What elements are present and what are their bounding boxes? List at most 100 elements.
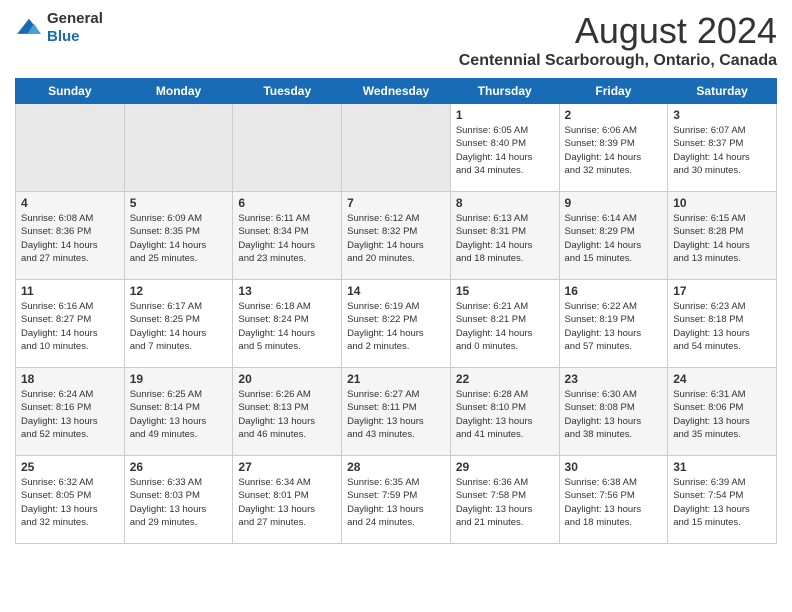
day-number: 24 xyxy=(673,372,771,386)
calendar-cell: 9 Sunrise: 6:14 AM Sunset: 8:29 PM Daylig… xyxy=(559,192,668,280)
day-number: 7 xyxy=(347,196,445,210)
day-number: 25 xyxy=(21,460,119,474)
day-number: 12 xyxy=(130,284,228,298)
calendar-cell: 6Sunrise: 6:11 AM Sunset: 8:34 PM Daylig… xyxy=(233,192,342,280)
calendar-cell: 14Sunrise: 6:19 AM Sunset: 8:22 PM Dayli… xyxy=(342,280,451,368)
day-info: Sunrise: 6:15 AM Sunset: 8:28 PM Dayligh… xyxy=(673,212,771,265)
day-info: Sunrise: 6:36 AM Sunset: 7:58 PM Dayligh… xyxy=(456,476,554,529)
day-info: Sunrise: 6:39 AM Sunset: 7:54 PM Dayligh… xyxy=(673,476,771,529)
day-number: 8 xyxy=(456,196,554,210)
day-info: Sunrise: 6:30 AM Sunset: 8:08 PM Dayligh… xyxy=(565,388,663,441)
logo-text-general: General xyxy=(47,10,103,27)
calendar-cell xyxy=(342,104,451,192)
day-info: Sunrise: 6:38 AM Sunset: 7:56 PM Dayligh… xyxy=(565,476,663,529)
calendar-cell: 31 Sunrise: 6:39 AM Sunset: 7:54 PM Dayli… xyxy=(668,456,777,544)
calendar-week-5: 25 Sunrise: 6:32 AM Sunset: 8:05 PM Dayli… xyxy=(16,456,777,544)
day-info: Sunrise: 6:14 AM Sunset: 8:29 PM Dayligh… xyxy=(565,212,663,265)
calendar-week-2: 4 Sunrise: 6:08 AM Sunset: 8:36 PM Daylig… xyxy=(16,192,777,280)
calendar-cell: 29 Sunrise: 6:36 AM Sunset: 7:58 PM Dayli… xyxy=(450,456,559,544)
day-info: Sunrise: 6:13 AM Sunset: 8:31 PM Dayligh… xyxy=(456,212,554,265)
day-number: 28 xyxy=(347,460,445,474)
calendar-cell: 11 Sunrise: 6:16 AM Sunset: 8:27 PM Dayli… xyxy=(16,280,125,368)
calendar-cell: 15 Sunrise: 6:21 AM Sunset: 8:21 PM Dayli… xyxy=(450,280,559,368)
day-number: 3 xyxy=(673,108,771,122)
calendar-cell: 16 Sunrise: 6:22 AM Sunset: 8:19 PM Dayli… xyxy=(559,280,668,368)
calendar-cell: 19Sunrise: 6:25 AM Sunset: 8:14 PM Dayli… xyxy=(124,368,233,456)
day-number: 17 xyxy=(673,284,771,298)
logo-icon xyxy=(15,17,43,39)
calendar-table: SundayMondayTuesdayWednesdayThursdayFrid… xyxy=(15,78,777,544)
day-number: 26 xyxy=(130,460,228,474)
calendar-cell xyxy=(124,104,233,192)
day-number: 30 xyxy=(565,460,663,474)
day-info: Sunrise: 6:09 AM Sunset: 8:35 PM Dayligh… xyxy=(130,212,228,265)
calendar-cell: 4 Sunrise: 6:08 AM Sunset: 8:36 PM Daylig… xyxy=(16,192,125,280)
day-number: 14 xyxy=(347,284,445,298)
calendar-cell: 8 Sunrise: 6:13 AM Sunset: 8:31 PM Daylig… xyxy=(450,192,559,280)
day-info: Sunrise: 6:35 AM Sunset: 7:59 PM Dayligh… xyxy=(347,476,445,529)
day-header-monday: Monday xyxy=(124,79,233,104)
day-info: Sunrise: 6:34 AM Sunset: 8:01 PM Dayligh… xyxy=(238,476,336,529)
day-number: 23 xyxy=(565,372,663,386)
day-number: 18 xyxy=(21,372,119,386)
calendar-cell: 28 Sunrise: 6:35 AM Sunset: 7:59 PM Dayli… xyxy=(342,456,451,544)
day-info: Sunrise: 6:07 AM Sunset: 8:37 PM Dayligh… xyxy=(673,124,771,177)
calendar-cell: 12Sunrise: 6:17 AM Sunset: 8:25 PM Dayli… xyxy=(124,280,233,368)
day-number: 4 xyxy=(21,196,119,210)
subtitle: Centennial Scarborough, Ontario, Canada xyxy=(459,52,777,70)
day-number: 29 xyxy=(456,460,554,474)
day-info: Sunrise: 6:33 AM Sunset: 8:03 PM Dayligh… xyxy=(130,476,228,529)
calendar-cell: 23 Sunrise: 6:30 AM Sunset: 8:08 PM Dayli… xyxy=(559,368,668,456)
day-header-friday: Friday xyxy=(559,79,668,104)
day-info: Sunrise: 6:06 AM Sunset: 8:39 PM Dayligh… xyxy=(565,124,663,177)
logo-text-blue: Blue xyxy=(47,28,80,45)
calendar-cell: 21Sunrise: 6:27 AM Sunset: 8:11 PM Dayli… xyxy=(342,368,451,456)
day-header-sunday: Sunday xyxy=(16,79,125,104)
calendar-cell: 25 Sunrise: 6:32 AM Sunset: 8:05 PM Dayli… xyxy=(16,456,125,544)
calendar-cell: 7Sunrise: 6:12 AM Sunset: 8:32 PM Daylig… xyxy=(342,192,451,280)
day-info: Sunrise: 6:23 AM Sunset: 8:18 PM Dayligh… xyxy=(673,300,771,353)
calendar-cell: 26 Sunrise: 6:33 AM Sunset: 8:03 PM Dayli… xyxy=(124,456,233,544)
day-number: 9 xyxy=(565,196,663,210)
day-info: Sunrise: 6:16 AM Sunset: 8:27 PM Dayligh… xyxy=(21,300,119,353)
day-header-tuesday: Tuesday xyxy=(233,79,342,104)
day-number: 2 xyxy=(565,108,663,122)
calendar-cell: 2 Sunrise: 6:06 AM Sunset: 8:39 PM Daylig… xyxy=(559,104,668,192)
day-info: Sunrise: 6:27 AM Sunset: 8:11 PM Dayligh… xyxy=(347,388,445,441)
day-info: Sunrise: 6:32 AM Sunset: 8:05 PM Dayligh… xyxy=(21,476,119,529)
day-info: Sunrise: 6:22 AM Sunset: 8:19 PM Dayligh… xyxy=(565,300,663,353)
day-number: 5 xyxy=(130,196,228,210)
day-number: 20 xyxy=(238,372,336,386)
calendar-week-3: 11 Sunrise: 6:16 AM Sunset: 8:27 PM Dayli… xyxy=(16,280,777,368)
calendar-cell: 18Sunrise: 6:24 AM Sunset: 8:16 PM Dayli… xyxy=(16,368,125,456)
day-header-wednesday: Wednesday xyxy=(342,79,451,104)
day-number: 16 xyxy=(565,284,663,298)
day-info: Sunrise: 6:26 AM Sunset: 8:13 PM Dayligh… xyxy=(238,388,336,441)
day-info: Sunrise: 6:25 AM Sunset: 8:14 PM Dayligh… xyxy=(130,388,228,441)
day-info: Sunrise: 6:28 AM Sunset: 8:10 PM Dayligh… xyxy=(456,388,554,441)
calendar-body: 1Sunrise: 6:05 AM Sunset: 8:40 PM Daylig… xyxy=(16,104,777,544)
day-header-saturday: Saturday xyxy=(668,79,777,104)
calendar-cell: 30 Sunrise: 6:38 AM Sunset: 7:56 PM Dayli… xyxy=(559,456,668,544)
calendar-cell: 22 Sunrise: 6:28 AM Sunset: 8:10 PM Dayli… xyxy=(450,368,559,456)
calendar-week-4: 18Sunrise: 6:24 AM Sunset: 8:16 PM Dayli… xyxy=(16,368,777,456)
day-header-thursday: Thursday xyxy=(450,79,559,104)
header: General Blue August 2024 Centennial Scar… xyxy=(15,10,777,70)
day-number: 27 xyxy=(238,460,336,474)
day-info: Sunrise: 6:11 AM Sunset: 8:34 PM Dayligh… xyxy=(238,212,336,265)
day-number: 22 xyxy=(456,372,554,386)
calendar-cell: 20 Sunrise: 6:26 AM Sunset: 8:13 PM Dayli… xyxy=(233,368,342,456)
day-info: Sunrise: 6:21 AM Sunset: 8:21 PM Dayligh… xyxy=(456,300,554,353)
day-info: Sunrise: 6:08 AM Sunset: 8:36 PM Dayligh… xyxy=(21,212,119,265)
calendar-cell: 13Sunrise: 6:18 AM Sunset: 8:24 PM Dayli… xyxy=(233,280,342,368)
title-section: August 2024 Centennial Scarborough, Onta… xyxy=(459,10,777,70)
day-number: 31 xyxy=(673,460,771,474)
day-number: 13 xyxy=(238,284,336,298)
day-number: 15 xyxy=(456,284,554,298)
calendar-cell: 27 Sunrise: 6:34 AM Sunset: 8:01 PM Dayli… xyxy=(233,456,342,544)
calendar-cell: 5 Sunrise: 6:09 AM Sunset: 8:35 PM Daylig… xyxy=(124,192,233,280)
calendar-cell: 10Sunrise: 6:15 AM Sunset: 8:28 PM Dayli… xyxy=(668,192,777,280)
calendar-week-1: 1Sunrise: 6:05 AM Sunset: 8:40 PM Daylig… xyxy=(16,104,777,192)
calendar-cell: 1Sunrise: 6:05 AM Sunset: 8:40 PM Daylig… xyxy=(450,104,559,192)
day-number: 11 xyxy=(21,284,119,298)
